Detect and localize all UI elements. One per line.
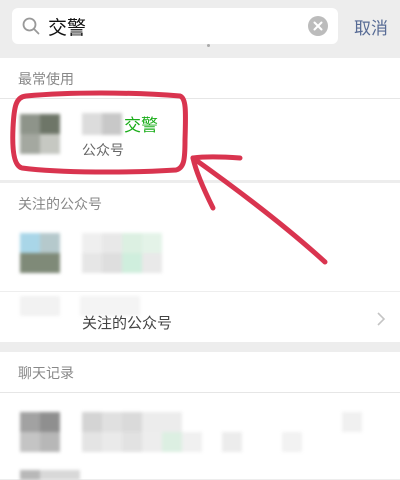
search-box[interactable] (12, 8, 338, 44)
account-type-label: 公众号 (82, 143, 124, 159)
more-followed-accounts-label: 关注的公众号 (82, 314, 173, 332)
followed-section: 关注的公众号 关注的公众号 (0, 183, 400, 342)
chat-section: 聊天记录 (0, 352, 400, 480)
followed-account-name-obscured (82, 233, 162, 273)
chat-content-obscured (82, 412, 382, 452)
chat-record-item[interactable] (0, 402, 400, 462)
chat-section-header: 聊天记录 (0, 352, 400, 393)
account-name-obscured (82, 113, 122, 135)
chat-section-title: 聊天记录 (18, 366, 74, 382)
clear-search-button[interactable] (308, 16, 328, 36)
account-name-highlight: 交警 (124, 116, 158, 136)
followed-section-header: 关注的公众号 (0, 183, 400, 223)
search-input[interactable] (48, 8, 298, 44)
more-followed-accounts-row[interactable]: 关注的公众号 (0, 291, 400, 342)
search-icon (22, 17, 40, 35)
followed-section-title: 关注的公众号 (18, 197, 102, 213)
divider-dot (207, 44, 210, 47)
account-avatar (20, 114, 60, 154)
frequent-section: 最常使用 交警 公众号 (0, 58, 400, 180)
search-bar: 取消 (0, 0, 400, 52)
frequent-section-header: 最常使用 (0, 58, 400, 99)
chat-avatar (20, 412, 60, 452)
close-icon (313, 21, 323, 31)
cancel-button[interactable]: 取消 (354, 14, 388, 39)
frequent-section-title: 最常使用 (18, 72, 74, 88)
followed-account-avatar (20, 233, 60, 273)
chevron-right-icon (377, 312, 386, 326)
frequent-result-item[interactable]: 交警 公众号 (0, 99, 400, 179)
followed-account-item[interactable] (0, 223, 400, 283)
